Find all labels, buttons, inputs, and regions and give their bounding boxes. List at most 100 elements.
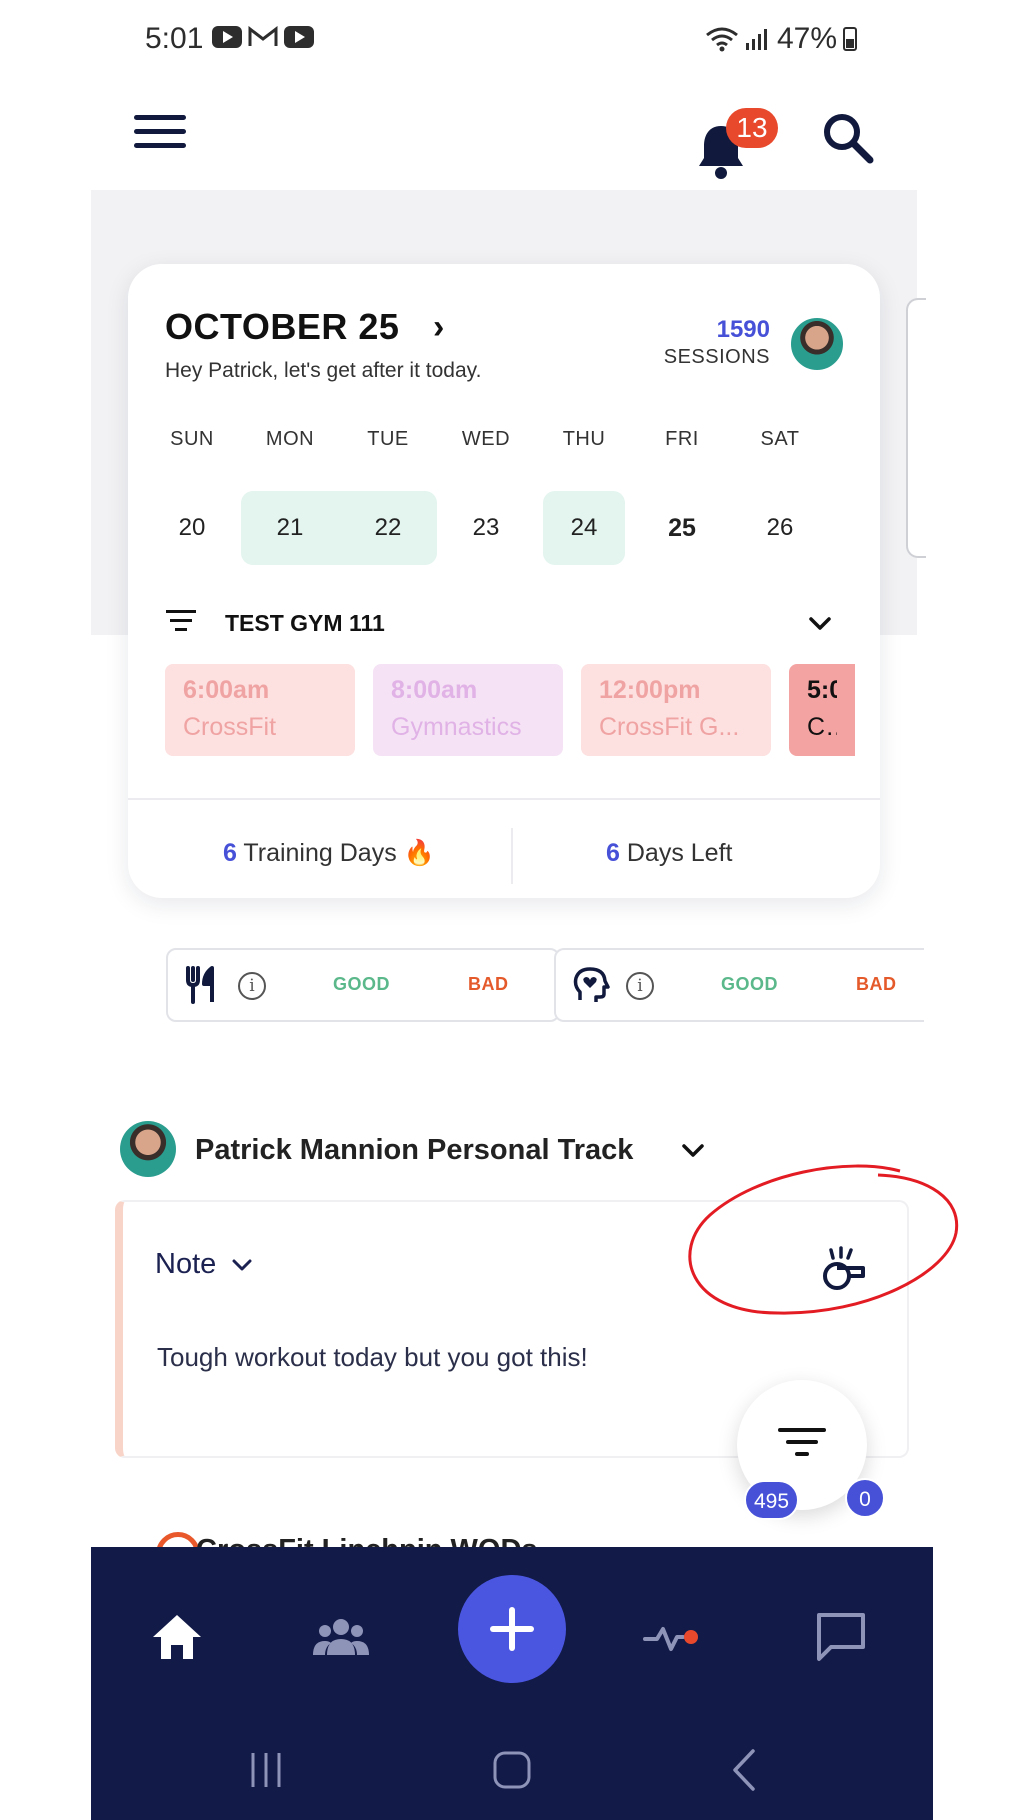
bottom-navigation bbox=[91, 1547, 933, 1820]
class-name: Cro bbox=[807, 713, 837, 741]
nutrition-bad-button[interactable]: BAD bbox=[468, 974, 509, 995]
battery-icon bbox=[843, 27, 858, 51]
status-time: 5:01 bbox=[145, 22, 204, 55]
calendar-month-title: OCTOBER 25 bbox=[165, 306, 400, 347]
sessions-count: 1590 bbox=[716, 316, 770, 343]
day-number-trained[interactable]: 24 bbox=[543, 491, 625, 565]
nutrition-tracker: i GOOD BAD bbox=[166, 948, 560, 1022]
training-days-count: 6 bbox=[223, 839, 237, 867]
back-icon[interactable] bbox=[721, 1745, 771, 1795]
divider bbox=[511, 828, 513, 884]
class-name: CrossFit bbox=[183, 713, 277, 741]
filter-icon bbox=[737, 1380, 867, 1456]
gmail-icon bbox=[248, 26, 278, 46]
personal-track-title[interactable]: Patrick Mannion Personal Track bbox=[195, 1134, 633, 1167]
wifi-icon bbox=[706, 27, 738, 52]
day-name: WED bbox=[461, 428, 511, 450]
leaderboard-count-badge: 495 bbox=[744, 1480, 800, 1520]
activity-icon[interactable] bbox=[643, 1607, 703, 1667]
sessions-label: SESSIONS bbox=[663, 346, 770, 368]
hamburger-menu-icon[interactable] bbox=[134, 115, 186, 155]
next-card-peek[interactable] bbox=[906, 298, 926, 558]
battery-percent: 47% bbox=[777, 22, 838, 55]
messages-icon[interactable] bbox=[811, 1607, 871, 1667]
day-column-sun: SUN 20 bbox=[143, 419, 241, 565]
youtube-icon bbox=[284, 26, 314, 48]
day-name: MON bbox=[265, 428, 315, 450]
class-schedule-list: 6:00am CrossFit 8:00am Gymnastics 12:00p… bbox=[165, 664, 855, 758]
class-chip[interactable]: 6:00am CrossFit bbox=[165, 664, 355, 756]
youtube-icon bbox=[212, 26, 242, 48]
note-text: Tough workout today but you got this! bbox=[157, 1342, 588, 1372]
home-button-icon[interactable] bbox=[487, 1745, 537, 1795]
day-column-fri: FRI 25 bbox=[633, 419, 731, 565]
notifications-button[interactable]: 13 bbox=[696, 100, 778, 180]
home-icon[interactable] bbox=[147, 1607, 207, 1667]
days-left-count: 6 bbox=[606, 839, 620, 867]
day-column-wed: WED 23 bbox=[437, 419, 535, 565]
calendar-next-chevron-icon[interactable]: › bbox=[433, 308, 444, 347]
next-track-title: CrossFit Linchpin WODs bbox=[196, 1534, 538, 1548]
days-left-stat: 6 Days Left bbox=[606, 839, 732, 868]
nutrition-good-button[interactable]: GOOD bbox=[333, 974, 390, 995]
day-name: SAT bbox=[760, 428, 800, 450]
info-icon[interactable]: i bbox=[238, 972, 266, 1000]
recent-apps-icon[interactable] bbox=[241, 1745, 291, 1795]
divider bbox=[128, 798, 880, 800]
community-icon[interactable] bbox=[311, 1607, 371, 1667]
class-time: 8:00am bbox=[391, 676, 478, 704]
chevron-down-icon[interactable] bbox=[680, 1137, 706, 1163]
gym-selector[interactable]: TEST GYM 111 bbox=[165, 604, 845, 644]
mindset-bad-button[interactable]: BAD bbox=[856, 974, 897, 995]
day-name: FRI bbox=[665, 428, 699, 450]
class-time: 6:00am bbox=[183, 676, 270, 704]
days-left-label: Days Left bbox=[626, 839, 733, 867]
signal-icon bbox=[746, 29, 767, 50]
day-column-tue: TUE 22 bbox=[339, 419, 437, 565]
day-name: THU bbox=[562, 428, 606, 450]
day-number-trained[interactable]: 22 bbox=[339, 491, 437, 565]
fork-knife-icon bbox=[186, 966, 214, 1004]
profile-avatar[interactable] bbox=[789, 316, 845, 372]
day-number[interactable]: 20 bbox=[143, 491, 241, 565]
day-name: SUN bbox=[170, 428, 214, 450]
app-header: 13 bbox=[0, 80, 1024, 190]
class-name: Gymnastics bbox=[391, 713, 522, 741]
status-notification-icons bbox=[212, 26, 314, 48]
class-name: CrossFit G... bbox=[599, 713, 740, 741]
add-button[interactable] bbox=[458, 1575, 566, 1683]
training-days-stat: 6 Training Days 🔥 bbox=[223, 839, 435, 868]
gym-name: TEST GYM 111 bbox=[225, 610, 385, 636]
head-heart-icon bbox=[573, 967, 610, 1002]
class-chip[interactable]: 12:00pm CrossFit G... bbox=[581, 664, 771, 756]
day-number-trained[interactable]: 21 bbox=[241, 491, 339, 565]
training-days-label: Training Days 🔥 bbox=[243, 839, 435, 867]
class-chip[interactable]: 5:0 Cro bbox=[789, 664, 855, 756]
day-column-sat: SAT 26 bbox=[731, 419, 829, 565]
chevron-down-icon[interactable] bbox=[807, 610, 833, 636]
greeting-text: Hey Patrick, let's get after it today. bbox=[165, 359, 482, 382]
track-avatar bbox=[120, 1121, 176, 1177]
info-icon[interactable]: i bbox=[626, 972, 654, 1000]
status-system-icons: 47% bbox=[705, 22, 858, 56]
chevron-down-icon[interactable] bbox=[231, 1254, 253, 1276]
mindset-good-button[interactable]: GOOD bbox=[721, 974, 778, 995]
class-time: 12:00pm bbox=[599, 676, 701, 704]
day-column-mon: MON 21 bbox=[241, 419, 339, 565]
day-number-today[interactable]: 25 bbox=[633, 491, 731, 565]
day-number[interactable]: 26 bbox=[731, 491, 829, 565]
next-track-header[interactable]: CrossFit Linchpin WODs bbox=[140, 1520, 900, 1548]
class-chip[interactable]: 8:00am Gymnastics bbox=[373, 664, 563, 756]
day-column-thu: THU 24 bbox=[535, 419, 633, 565]
mindset-tracker: i GOOD BAD bbox=[554, 948, 924, 1022]
search-icon[interactable] bbox=[818, 108, 878, 168]
notification-count-badge: 13 bbox=[726, 108, 778, 148]
day-number[interactable]: 23 bbox=[437, 491, 535, 565]
calendar-card: OCTOBER 25 › Hey Patrick, let's get afte… bbox=[128, 264, 880, 898]
whistle-icon[interactable] bbox=[817, 1244, 869, 1296]
filter-icon[interactable] bbox=[165, 610, 197, 638]
note-type-selector[interactable]: Note bbox=[155, 1248, 216, 1281]
class-time: 5:0 bbox=[807, 676, 837, 704]
day-name: TUE bbox=[367, 428, 409, 450]
track-logo-icon bbox=[156, 1532, 200, 1548]
